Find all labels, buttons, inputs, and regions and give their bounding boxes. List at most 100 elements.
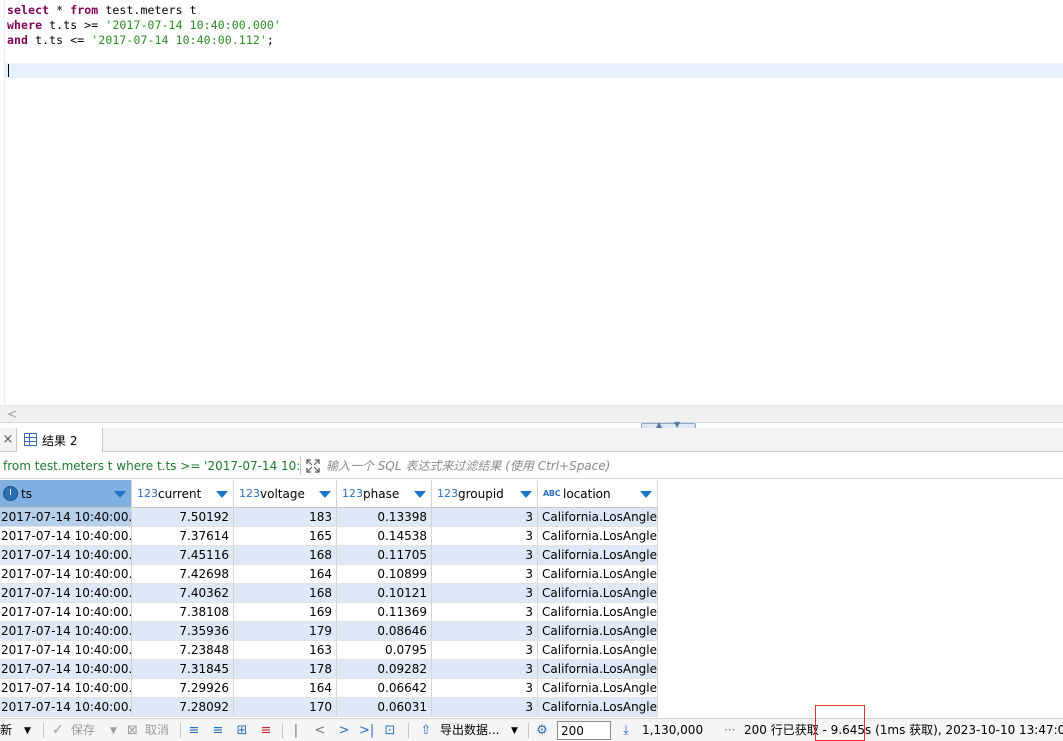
column-header-voltage[interactable]: 123 voltage: [234, 480, 337, 508]
cell-location[interactable]: California.LosAngles: [538, 546, 658, 565]
table-row[interactable]: 2017-07-14 10:40:00.0087.318451780.09282…: [0, 660, 658, 679]
cell-location[interactable]: California.LosAngles: [538, 698, 658, 717]
edit-row-icon[interactable]: ≡: [186, 722, 202, 739]
table-row[interactable]: 2017-07-14 10:40:00.0037.426981640.10899…: [0, 565, 658, 584]
last-page-icon[interactable]: >|: [359, 722, 374, 739]
cell-groupid[interactable]: 3: [432, 603, 538, 622]
cell-current[interactable]: 7.45116: [132, 546, 234, 565]
cell-current[interactable]: 7.35936: [132, 622, 234, 641]
cell-voltage[interactable]: 178: [234, 660, 337, 679]
export-icon[interactable]: ⇧: [419, 722, 433, 739]
more-icon[interactable]: ···: [724, 722, 735, 739]
sql-editor[interactable]: select * from test.meters t where t.ts >=…: [0, 0, 1063, 422]
chevron-down-icon[interactable]: [319, 491, 331, 498]
cell-phase[interactable]: 0.13398: [337, 508, 432, 527]
delete-row-icon[interactable]: ≡: [258, 722, 274, 739]
cell-phase[interactable]: 0.06642: [337, 679, 432, 698]
sql-line[interactable]: where t.ts >= '2017-07-14 10:40:00.000': [7, 18, 281, 33]
column-header-ts[interactable]: ts: [0, 480, 132, 508]
cell-current[interactable]: 7.40362: [132, 584, 234, 603]
chevron-down-icon[interactable]: [640, 491, 652, 498]
fit-columns-icon[interactable]: ⊡: [382, 722, 398, 739]
table-row[interactable]: 2017-07-14 10:40:00.0107.280921700.06031…: [0, 698, 658, 717]
export-data-button[interactable]: 导出数据...: [440, 722, 499, 739]
table-row[interactable]: 2017-07-14 10:40:00.0017.376141650.14538…: [0, 527, 658, 546]
cell-phase[interactable]: 0.09282: [337, 660, 432, 679]
cell-voltage[interactable]: 164: [234, 679, 337, 698]
chevron-down-icon[interactable]: [216, 491, 228, 498]
cell-location[interactable]: California.LosAngles: [538, 527, 658, 546]
cell-voltage[interactable]: 164: [234, 565, 337, 584]
cancel-button[interactable]: 取消: [145, 722, 169, 739]
cell-groupid[interactable]: 3: [432, 622, 538, 641]
cell-groupid[interactable]: 3: [432, 508, 538, 527]
cell-voltage[interactable]: 163: [234, 641, 337, 660]
cell-voltage[interactable]: 183: [234, 508, 337, 527]
cell-current[interactable]: 7.42698: [132, 565, 234, 584]
copy-row-icon[interactable]: ⊞: [234, 722, 250, 739]
cell-phase[interactable]: 0.11705: [337, 546, 432, 565]
cell-phase[interactable]: 0.0795: [337, 641, 432, 660]
save-dropdown-icon[interactable]: ▼: [110, 723, 117, 740]
sql-line[interactable]: and t.ts <= '2017-07-14 10:40:00.112';: [7, 33, 274, 48]
cell-ts[interactable]: 2017-07-14 10:40:00.001: [0, 527, 132, 546]
cell-location[interactable]: California.LosAngles: [538, 508, 658, 527]
cell-location[interactable]: California.LosAngles: [538, 603, 658, 622]
chevron-down-icon[interactable]: [114, 491, 126, 498]
column-header-current[interactable]: 123 current: [132, 480, 234, 508]
table-row[interactable]: 2017-07-14 10:40:00.0057.381081690.11369…: [0, 603, 658, 622]
cell-phase[interactable]: 0.10899: [337, 565, 432, 584]
table-row[interactable]: 2017-07-14 10:40:00.0047.403621680.10121…: [0, 584, 658, 603]
cell-voltage[interactable]: 168: [234, 584, 337, 603]
scroll-left-arrow-icon[interactable]: <: [7, 407, 17, 421]
table-row[interactable]: 2017-07-14 10:40:00.0027.451161680.11705…: [0, 546, 658, 565]
first-page-icon[interactable]: |<: [289, 722, 303, 741]
next-page-icon[interactable]: >: [337, 722, 351, 739]
cell-groupid[interactable]: 3: [432, 698, 538, 717]
cell-groupid[interactable]: 3: [432, 679, 538, 698]
cell-ts[interactable]: 2017-07-14 10:40:00.008: [0, 660, 132, 679]
cell-location[interactable]: California.LosAngles: [538, 660, 658, 679]
cell-phase[interactable]: 0.08646: [337, 622, 432, 641]
cell-groupid[interactable]: 3: [432, 660, 538, 679]
query-text[interactable]: from test.meters t where t.ts >= '2017-0…: [3, 459, 299, 473]
fetch-all-icon[interactable]: ⤓: [618, 722, 634, 739]
cell-location[interactable]: California.LosAngles: [538, 565, 658, 584]
expand-icon[interactable]: [305, 458, 321, 474]
cell-voltage[interactable]: 169: [234, 603, 337, 622]
tab-result-2[interactable]: 结果 2: [16, 428, 103, 452]
cell-current[interactable]: 7.29926: [132, 679, 234, 698]
cell-phase[interactable]: 0.14538: [337, 527, 432, 546]
cell-current[interactable]: 7.23848: [132, 641, 234, 660]
column-header-location[interactable]: ABC location: [538, 480, 658, 508]
table-row[interactable]: 2017-07-14 10:40:00.0067.359361790.08646…: [0, 622, 658, 641]
cell-phase[interactable]: 0.10121: [337, 584, 432, 603]
table-row[interactable]: 2017-07-14 10:40:00.0077.238481630.07953…: [0, 641, 658, 660]
cell-current[interactable]: 7.28092: [132, 698, 234, 717]
cell-current[interactable]: 7.31845: [132, 660, 234, 679]
cell-groupid[interactable]: 3: [432, 584, 538, 603]
column-header-phase[interactable]: 123 phase: [337, 480, 432, 508]
filter-input[interactable]: [326, 457, 1046, 475]
cell-voltage[interactable]: 168: [234, 546, 337, 565]
cell-voltage[interactable]: 170: [234, 698, 337, 717]
cell-ts[interactable]: 2017-07-14 10:40:00.009: [0, 679, 132, 698]
refresh-dropdown-icon[interactable]: ▼: [24, 723, 31, 740]
cell-groupid[interactable]: 3: [432, 546, 538, 565]
cell-voltage[interactable]: 165: [234, 527, 337, 546]
cell-groupid[interactable]: 3: [432, 565, 538, 584]
column-header-groupid[interactable]: 123 groupid: [432, 480, 538, 508]
cell-ts[interactable]: 2017-07-14 10:40:00.006: [0, 622, 132, 641]
chevron-down-icon[interactable]: [414, 491, 426, 498]
gear-icon[interactable]: ⚙: [534, 722, 550, 739]
refresh-button[interactable]: 新: [0, 722, 12, 739]
close-icon[interactable]: ×: [0, 432, 16, 448]
sql-line[interactable]: select * from test.meters t: [7, 3, 197, 18]
previous-page-icon[interactable]: <: [313, 722, 327, 739]
cell-current[interactable]: 7.50192: [132, 508, 234, 527]
cell-ts[interactable]: 2017-07-14 10:40:00.007: [0, 641, 132, 660]
cell-ts[interactable]: 2017-07-14 10:40:00.003: [0, 565, 132, 584]
fetch-size-input[interactable]: [557, 721, 611, 740]
add-row-icon[interactable]: ≡: [210, 722, 226, 739]
cell-groupid[interactable]: 3: [432, 527, 538, 546]
